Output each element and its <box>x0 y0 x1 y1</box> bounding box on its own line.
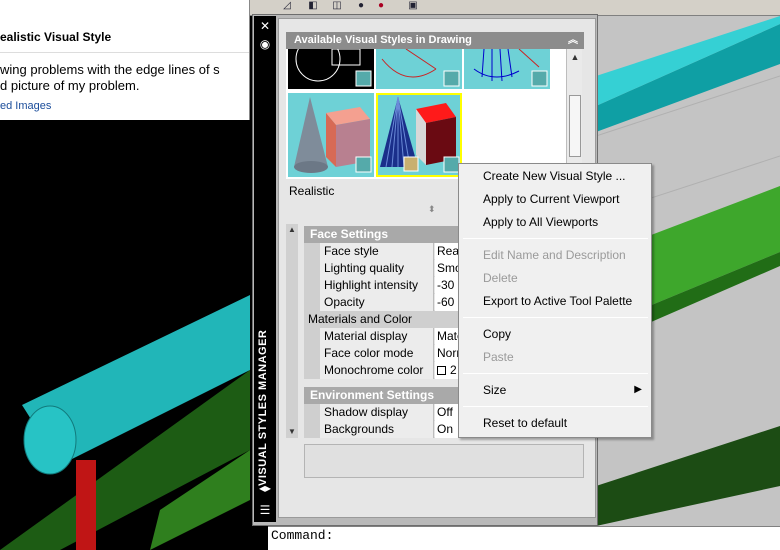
property-label: Lighting quality <box>320 260 434 277</box>
thumbnail-realistic[interactable] <box>376 93 462 177</box>
menu-separator <box>463 406 648 407</box>
menu-item-size[interactable]: Size ▶ <box>460 380 650 400</box>
style-tool-icon <box>355 156 372 173</box>
divider <box>0 52 249 53</box>
properties-menu-icon[interactable]: ☰ <box>257 502 273 518</box>
style-tool-icon <box>355 70 372 87</box>
property-row[interactable]: Material display Mate <box>304 328 464 345</box>
property-row[interactable]: Shadow display Off <box>304 404 464 421</box>
menu-item-delete: Delete <box>483 271 518 285</box>
property-label: Face style <box>320 243 434 260</box>
property-row[interactable]: Monochrome color 2 <box>304 362 464 379</box>
menu-item-create-new-visual-style[interactable]: Create New Visual Style ... <box>460 166 650 186</box>
menu-separator <box>463 238 648 239</box>
property-label: Highlight intensity <box>320 277 434 294</box>
menu-item-reset-default[interactable]: Reset to default <box>460 413 650 433</box>
command-prompt: Command: <box>271 528 334 543</box>
toolbar-icon-2[interactable]: ◧ <box>306 0 320 12</box>
environment-settings-header[interactable]: Environment Settings <box>304 387 464 404</box>
toolbar-icon-1[interactable]: ◿ <box>280 0 294 12</box>
toolbar-icon-5[interactable]: ● <box>374 0 388 12</box>
property-value-text: 2 <box>450 363 457 377</box>
thumbnails-scrollbar[interactable]: ▲ ▼ <box>566 49 582 179</box>
menu-item-export-tool-palette[interactable]: Export to Active Tool Palette <box>460 291 650 311</box>
menu-item-size-label: Size <box>483 383 507 397</box>
post-text-line-2: d picture of my problem. <box>0 78 140 93</box>
close-icon[interactable]: ✕ <box>257 18 273 34</box>
property-row[interactable]: Highlight intensity -30 <box>304 277 464 294</box>
red-post <box>76 460 96 550</box>
resize-icon[interactable]: ◂▸ <box>257 480 273 496</box>
autohide-icon[interactable]: ◉ <box>257 36 273 52</box>
post-title: ealistic Visual Style <box>0 30 112 44</box>
palette-title: VISUAL STYLES MANAGER <box>257 329 269 486</box>
toolbar-icon-3[interactable]: ◫ <box>330 0 344 12</box>
style-tool-icon <box>443 70 460 87</box>
attached-images-link[interactable]: ed Images <box>0 100 51 112</box>
current-style-name: Realistic <box>289 184 335 198</box>
context-menu: Create New Visual Style ... Apply to Cur… <box>458 163 652 438</box>
property-row[interactable]: Opacity -60 <box>304 294 464 311</box>
style-thumbnails <box>286 49 566 179</box>
post-text-line-1: wing problems with the edge lines of s <box>0 62 220 77</box>
property-label: Opacity <box>320 294 434 311</box>
palette-title-bar[interactable]: ✕ ◉ VISUAL STYLES MANAGER ◂▸ ☰ <box>254 16 276 522</box>
available-styles-header[interactable]: Available Visual Styles in Drawing ︽ <box>286 32 584 49</box>
property-label: Backgrounds <box>320 421 434 438</box>
scroll-up-icon[interactable]: ▲ <box>567 49 583 65</box>
property-row[interactable]: Backgrounds On <box>304 421 464 438</box>
style-tool-icon <box>443 156 460 173</box>
command-line[interactable]: Command: <box>268 526 780 550</box>
menu-item-apply-all-viewports[interactable]: Apply to All Viewports <box>460 212 650 232</box>
collapse-icon[interactable]: ︽ <box>568 32 578 49</box>
materials-color-header[interactable]: Materials and Color <box>304 311 464 328</box>
scroll-down-icon[interactable]: ▼ <box>286 426 298 438</box>
property-row[interactable]: Face color mode Norm <box>304 345 464 362</box>
available-styles-title: Available Visual Styles in Drawing <box>294 34 472 46</box>
properties-scrollbar[interactable]: ▲ ▼ <box>286 224 298 438</box>
left-viewport[interactable] <box>0 120 250 550</box>
menu-separator <box>463 373 648 374</box>
menu-item-edit-name-description: Edit Name and Description <box>483 248 626 262</box>
menu-separator <box>463 317 648 318</box>
property-label: Monochrome color <box>320 362 434 379</box>
scroll-up-icon[interactable]: ▲ <box>286 224 298 236</box>
webpage-fragment: ealistic Visual Style wing problems with… <box>0 0 250 120</box>
face-settings-header[interactable]: Face Settings <box>304 226 464 243</box>
style-tool-icon <box>531 70 548 87</box>
menu-item-copy[interactable]: Copy <box>460 324 650 344</box>
thumbnail-2d-wireframe[interactable] <box>288 49 374 89</box>
property-row[interactable]: Lighting quality Smo <box>304 260 464 277</box>
thumbnail-3d-wireframe[interactable] <box>464 49 550 89</box>
property-row[interactable]: Face style Real <box>304 243 464 260</box>
property-label: Material display <box>320 328 434 345</box>
thumbnail-3d-hidden[interactable] <box>376 49 462 89</box>
menu-item-paste: Paste <box>483 350 514 364</box>
style-tool-icon <box>403 156 419 172</box>
toolbar-icon-6[interactable]: ▣ <box>406 0 420 12</box>
left-viewport-scene <box>0 295 250 550</box>
submenu-arrow-icon: ▶ <box>634 384 642 395</box>
menu-item-apply-current-viewport[interactable]: Apply to Current Viewport <box>460 189 650 209</box>
color-swatch <box>437 366 446 375</box>
toolbar-icon-4[interactable]: ● <box>354 0 368 12</box>
property-label: Shadow display <box>320 404 434 421</box>
property-label: Face color mode <box>320 345 434 362</box>
description-box <box>304 444 584 478</box>
panel-splitter[interactable]: ⬍ <box>428 204 436 215</box>
cyan-pipe-end <box>23 405 77 475</box>
scroll-thumb[interactable] <box>569 95 581 157</box>
thumbnail-conceptual[interactable] <box>288 93 374 177</box>
